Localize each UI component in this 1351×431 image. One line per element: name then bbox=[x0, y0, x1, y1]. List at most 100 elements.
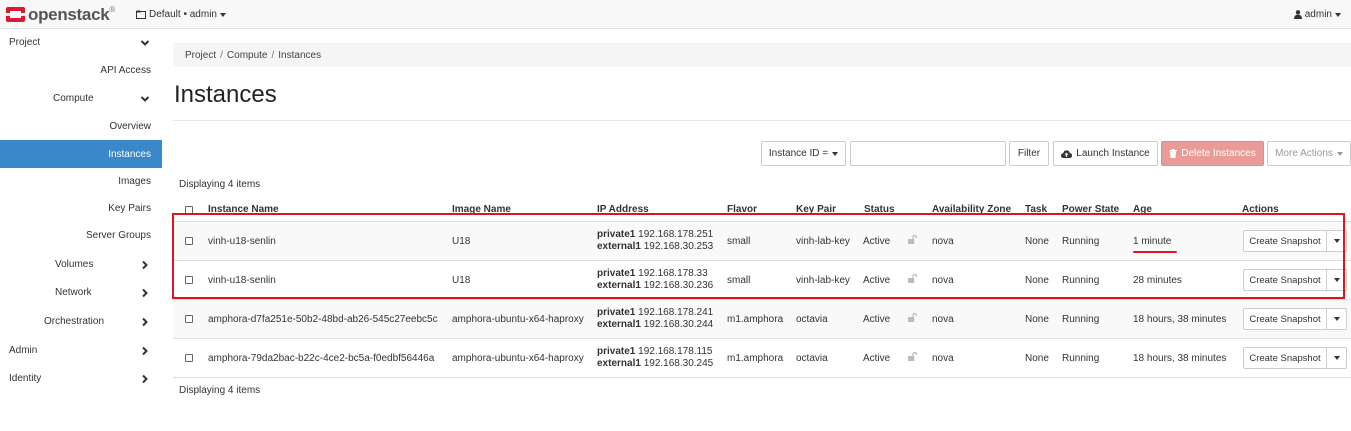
ip-network-label: external1 bbox=[597, 319, 641, 330]
chevron-right-icon bbox=[142, 346, 148, 355]
chevron-down-icon bbox=[140, 39, 150, 46]
sidebar-item-label: Compute bbox=[53, 93, 94, 104]
sidebar-item-admin[interactable]: Admin bbox=[0, 337, 162, 364]
sidebar-item-overview[interactable]: Overview bbox=[0, 113, 162, 140]
cloud-upload-icon bbox=[1061, 149, 1073, 158]
sidebar-item-label: Key Pairs bbox=[108, 203, 151, 214]
sidebar-item-label: Project bbox=[9, 37, 41, 48]
sidebar-item-api-access[interactable]: API Access bbox=[0, 57, 162, 84]
ip-value: 192.168.178.115 bbox=[638, 346, 713, 357]
project-selector-label: Default • admin bbox=[149, 9, 217, 20]
age: 18 hours, 38 minutes bbox=[1133, 314, 1227, 325]
availability-zone: nova bbox=[932, 353, 954, 364]
breadcrumb-project[interactable]: Project bbox=[185, 50, 216, 61]
availability-zone: nova bbox=[932, 314, 954, 325]
launch-instance-label: Launch Instance bbox=[1076, 148, 1150, 159]
image-name: amphora-ubuntu-x64-haproxy bbox=[452, 314, 584, 325]
sidebar-item-label: Overview bbox=[109, 121, 151, 132]
sidebar-item-label: API Access bbox=[100, 65, 151, 76]
sidebar-item-label: Network bbox=[55, 287, 92, 298]
row-checkbox[interactable] bbox=[185, 354, 193, 362]
sidebar-item-volumes[interactable]: Volumes bbox=[0, 251, 162, 278]
brand-trademark: ® bbox=[109, 4, 115, 14]
sidebar-item-label: Images bbox=[118, 176, 151, 187]
sidebar-item-network[interactable]: Network bbox=[0, 279, 162, 306]
sidebar-item-label: Orchestration bbox=[44, 316, 105, 327]
sidebar-item-label: Identity bbox=[9, 373, 42, 384]
sidebar-item-project[interactable]: Project bbox=[0, 29, 162, 56]
sidebar-item-key-pairs[interactable]: Key Pairs bbox=[0, 195, 162, 222]
ip-network-label: private1 bbox=[597, 307, 636, 318]
filter-field-dropdown[interactable]: Instance ID = bbox=[761, 141, 846, 166]
ip-value: 192.168.178.241 bbox=[638, 307, 714, 318]
delete-instances-label: Delete Instances bbox=[1181, 148, 1256, 159]
filter-input[interactable] bbox=[850, 141, 1006, 166]
sidebar-item-label: Admin bbox=[9, 345, 38, 356]
flavor-link[interactable]: m1.amphora bbox=[727, 314, 783, 325]
openstack-logo[interactable]: openstack® bbox=[6, 5, 115, 24]
sidebar-item-label: Instances bbox=[108, 148, 151, 160]
filter-button[interactable]: Filter bbox=[1009, 141, 1049, 166]
sidebar-item-instances[interactable]: Instances bbox=[0, 140, 162, 168]
unlocked-icon[interactable] bbox=[908, 352, 917, 361]
user-menu[interactable]: admin bbox=[1293, 9, 1341, 20]
sidebar-item-orchestration[interactable]: Orchestration bbox=[0, 308, 162, 335]
row-actions-dropdown[interactable] bbox=[1327, 308, 1347, 330]
caret-down-icon bbox=[832, 151, 839, 156]
create-snapshot-button[interactable]: Create Snapshot bbox=[1243, 347, 1327, 369]
status: Active bbox=[863, 353, 891, 364]
page-title: Instances bbox=[174, 81, 277, 108]
sidebar-item-compute[interactable]: Compute bbox=[0, 85, 162, 112]
project-icon bbox=[136, 10, 146, 19]
filter-field-label: Instance ID = bbox=[768, 148, 829, 159]
row-actions-dropdown[interactable] bbox=[1327, 347, 1347, 369]
task: None bbox=[1025, 314, 1049, 325]
chevron-right-icon bbox=[142, 288, 148, 297]
power-state: Running bbox=[1062, 314, 1100, 325]
ip-address: private1 192.168.178.115 external1 192.16… bbox=[597, 346, 713, 370]
create-snapshot-button[interactable]: Create Snapshot bbox=[1243, 308, 1327, 330]
project-selector[interactable]: Default • admin bbox=[136, 9, 226, 20]
breadcrumb-separator: / bbox=[220, 49, 223, 61]
sidebar: Project API Access Compute Overview Instance… bbox=[0, 29, 162, 431]
ip-address: private1 192.168.178.241 external1 192.16… bbox=[597, 307, 713, 331]
power-state: Running bbox=[1062, 353, 1100, 364]
breadcrumb: Project / Compute / Instances bbox=[173, 43, 1351, 67]
sidebar-item-server-groups[interactable]: Server Groups bbox=[0, 222, 162, 249]
user-icon bbox=[1293, 10, 1302, 19]
unlocked-icon[interactable] bbox=[908, 313, 917, 322]
caret-down-icon bbox=[1335, 12, 1341, 17]
displaying-count-top: Displaying 4 items bbox=[179, 179, 261, 190]
displaying-count-bottom: Displaying 4 items bbox=[179, 385, 261, 396]
age: 18 hours, 38 minutes bbox=[1133, 353, 1227, 364]
chevron-down-icon bbox=[140, 95, 150, 102]
instance-name-link[interactable]: amphora-d7fa251e-50b2-48bd-ab26-545c27ee… bbox=[208, 314, 438, 325]
table-row: amphora-d7fa251e-50b2-48bd-ab26-545c27ee… bbox=[173, 300, 1351, 339]
divider bbox=[173, 120, 1351, 121]
ip-network-label: private1 bbox=[597, 346, 636, 357]
sidebar-item-label: Server Groups bbox=[85, 230, 151, 241]
caret-down-icon bbox=[219, 12, 226, 17]
create-snapshot-label: Create Snapshot bbox=[1249, 313, 1321, 325]
more-actions-dropdown[interactable]: More Actions bbox=[1267, 141, 1351, 166]
key-pair: octavia bbox=[796, 353, 828, 364]
status: Active bbox=[863, 314, 891, 325]
breadcrumb-instances: Instances bbox=[278, 49, 322, 61]
breadcrumb-compute[interactable]: Compute bbox=[227, 50, 268, 61]
sidebar-item-images[interactable]: Images bbox=[0, 168, 162, 195]
sidebar-item-identity[interactable]: Identity bbox=[0, 365, 162, 392]
caret-down-icon bbox=[1333, 317, 1340, 321]
ip-value: 192.168.30.244 bbox=[643, 319, 714, 330]
launch-instance-button[interactable]: Launch Instance bbox=[1053, 141, 1158, 166]
flavor-link[interactable]: m1.amphora bbox=[727, 353, 783, 364]
delete-instances-button[interactable]: Delete Instances bbox=[1161, 141, 1264, 166]
row-checkbox[interactable] bbox=[185, 315, 193, 323]
key-pair: octavia bbox=[796, 314, 828, 325]
row-actions: Create Snapshot bbox=[1243, 308, 1347, 330]
caret-down-icon bbox=[1336, 151, 1343, 156]
more-actions-label: More Actions bbox=[1275, 148, 1333, 159]
instance-name-link[interactable]: amphora-79da2bac-b22c-4ce2-bc5a-f0edbf56… bbox=[208, 353, 434, 364]
breadcrumb-separator: / bbox=[271, 49, 275, 61]
openstack-logo-icon bbox=[6, 7, 25, 22]
chevron-right-icon bbox=[142, 260, 148, 269]
